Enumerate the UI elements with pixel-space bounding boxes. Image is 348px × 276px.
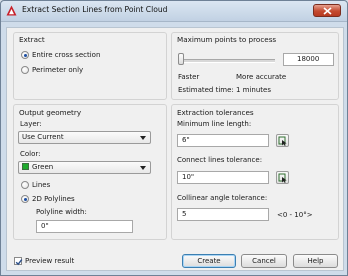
slider-faster-label: Faster xyxy=(178,73,200,81)
cancel-button[interactable]: Cancel xyxy=(241,254,287,268)
checkmark-icon xyxy=(15,259,23,266)
collinear-angle-range-text: <0 - 10°> xyxy=(277,211,313,219)
radio-lines[interactable] xyxy=(21,181,29,189)
close-icon xyxy=(323,7,332,15)
color-label: Color: xyxy=(20,150,41,158)
radio-lines-label[interactable]: Lines xyxy=(32,181,50,189)
polyline-width-label: Polyline width: xyxy=(36,208,87,216)
min-line-length-input[interactable]: 6" xyxy=(177,134,269,147)
layer-select-value: Use Current xyxy=(22,133,64,141)
dialog-content: Extract Entire cross section Perimeter o… xyxy=(6,27,344,271)
radio-entire-cross-section-label[interactable]: Entire cross section xyxy=(32,51,100,59)
pick-point-icon xyxy=(278,136,287,146)
pick-connect-lines-tolerance-button[interactable] xyxy=(276,171,289,184)
chevron-down-icon xyxy=(140,136,146,140)
connect-lines-tolerance-input[interactable]: 10" xyxy=(177,171,269,184)
slider-more-accurate-label: More accurate xyxy=(236,73,287,81)
radio-perimeter-only[interactable] xyxy=(21,66,29,74)
collinear-angle-tolerance-label: Collinear angle tolerance: xyxy=(177,194,268,202)
preview-result-label[interactable]: Preview result xyxy=(25,257,74,265)
window-title: Extract Section Lines from Point Cloud xyxy=(22,5,168,14)
collinear-angle-tolerance-input[interactable]: 5 xyxy=(177,208,269,221)
close-button[interactable] xyxy=(313,4,341,17)
radio-2d-polylines[interactable] xyxy=(21,195,29,203)
color-select[interactable]: Green xyxy=(18,161,151,174)
radio-perimeter-only-label[interactable]: Perimeter only xyxy=(32,66,83,74)
pick-min-line-length-button[interactable] xyxy=(276,134,289,147)
max-points-slider-thumb[interactable] xyxy=(178,53,184,65)
connect-lines-tolerance-label: Connect lines tolerance: xyxy=(177,156,263,164)
help-button[interactable]: Help xyxy=(293,254,338,268)
app-logo-icon xyxy=(6,5,17,16)
color-swatch-icon xyxy=(22,163,29,170)
dialog-window: Extract Section Lines from Point Cloud E… xyxy=(0,0,348,276)
radio-entire-cross-section[interactable] xyxy=(21,51,29,59)
output-geometry-group-title: Output geometry xyxy=(19,108,82,117)
color-select-value: Green xyxy=(32,163,54,171)
max-points-input[interactable]: 18000 xyxy=(283,53,334,66)
layer-select[interactable]: Use Current xyxy=(18,131,151,144)
title-bar[interactable]: Extract Section Lines from Point Cloud xyxy=(1,1,347,22)
pick-point-icon xyxy=(278,173,287,183)
max-points-group-title: Maximum points to process xyxy=(177,35,277,44)
chevron-down-icon xyxy=(140,166,146,170)
extraction-tolerances-group-title: Extraction tolerances xyxy=(177,108,254,117)
layer-label: Layer: xyxy=(20,120,42,128)
polyline-width-input[interactable]: 0" xyxy=(36,220,133,233)
preview-result-checkbox[interactable] xyxy=(14,257,23,266)
estimated-time-text: Estimated time: 1 minutes xyxy=(178,86,271,94)
max-points-slider-track[interactable] xyxy=(180,59,275,63)
min-line-length-label: Minimum line length: xyxy=(177,120,252,128)
extract-group-title: Extract xyxy=(19,35,45,44)
radio-2d-polylines-label[interactable]: 2D Polylines xyxy=(32,195,75,203)
create-button[interactable]: Create xyxy=(182,254,236,268)
